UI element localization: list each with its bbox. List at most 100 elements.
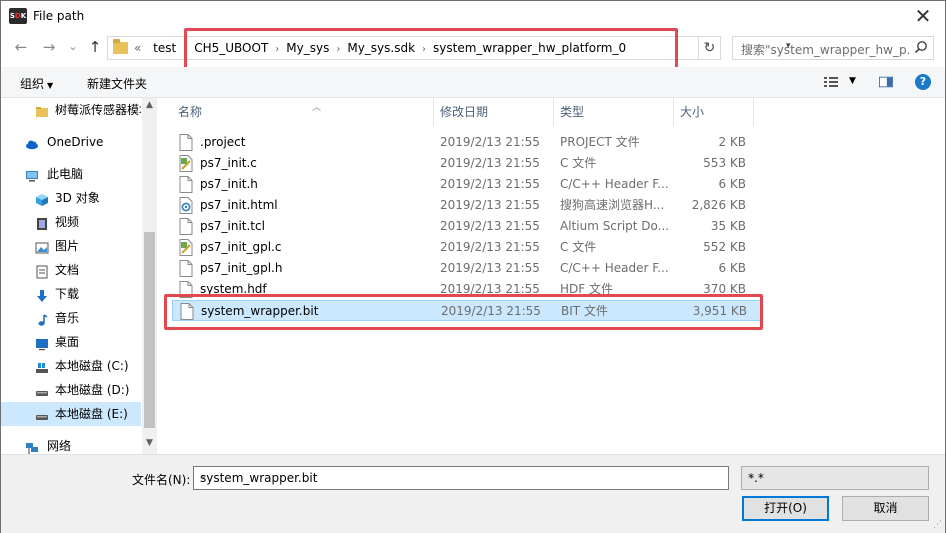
file-size: 553 KB bbox=[703, 156, 746, 170]
scroll-down-icon[interactable]: ▼ bbox=[142, 438, 157, 448]
document-icon bbox=[35, 263, 49, 279]
file-row[interactable]: ps7_init.c 2019/2/13 21:55 C 文件 553 KB bbox=[172, 153, 762, 174]
sidebar-item[interactable]: 音乐 bbox=[1, 306, 141, 330]
column-header-type[interactable]: 类型 bbox=[554, 98, 674, 126]
sidebar-item[interactable]: 本地磁盘 (C:) bbox=[1, 354, 141, 378]
crumb-test[interactable]: test bbox=[153, 41, 176, 55]
refresh-button[interactable]: ↻ bbox=[699, 36, 721, 60]
file-name: .project bbox=[200, 135, 246, 149]
column-header-date[interactable]: 修改日期 bbox=[434, 98, 554, 126]
recent-locations-button[interactable]: ⌄ bbox=[63, 37, 83, 57]
sidebar-item[interactable]: 3D 对象 bbox=[1, 186, 141, 210]
sidebar-item[interactable]: 视频 bbox=[1, 210, 141, 234]
sidebar-item-label: OneDrive bbox=[47, 135, 104, 149]
c-file-icon bbox=[179, 239, 193, 256]
file-type: C/C++ Header F... bbox=[560, 177, 669, 191]
file-date: 2019/2/13 21:55 bbox=[440, 135, 540, 149]
sidebar-item[interactable]: 下载 bbox=[1, 282, 141, 306]
html-file-icon bbox=[179, 197, 193, 214]
cloud-icon bbox=[25, 135, 39, 150]
search-icon bbox=[914, 41, 927, 54]
picture-icon bbox=[35, 239, 49, 254]
download-icon bbox=[35, 287, 49, 302]
file-date: 2019/2/13 21:55 bbox=[440, 240, 540, 254]
chevron-down-icon: ▼ bbox=[47, 81, 54, 90]
desktop-icon bbox=[35, 335, 49, 351]
music-icon bbox=[35, 311, 49, 326]
sdk-app-icon: SDK bbox=[9, 8, 27, 24]
toolbar: 组织 ▼ 新建文件夹 ▼ ? bbox=[1, 67, 945, 98]
filename-label: 文件名(N): bbox=[132, 473, 191, 487]
sidebar-item[interactable]: 桌面 bbox=[1, 330, 141, 354]
scrollbar-thumb[interactable] bbox=[144, 232, 155, 428]
search-input[interactable]: 搜索"system_wrapper_hw_p... bbox=[732, 36, 934, 60]
file-type-filter-select[interactable]: *.* ⌄ bbox=[741, 466, 929, 490]
window-title: File path bbox=[33, 9, 85, 23]
file-type: C 文件 bbox=[560, 156, 597, 170]
windows-drive-icon bbox=[35, 359, 49, 373]
drive-icon bbox=[35, 383, 49, 397]
sidebar-scrollbar[interactable]: ▲ ▼ bbox=[142, 98, 157, 454]
file-list: 名称 ︿ 修改日期 类型 大小 .project 2019/2/13 21:55 PR… bbox=[158, 98, 945, 454]
file-type: 搜狗高速浏览器H... bbox=[560, 198, 665, 212]
blank-file-icon bbox=[179, 176, 193, 193]
chevron-down-icon[interactable]: ⌄ bbox=[200, 471, 722, 481]
back-button[interactable]: ← bbox=[11, 37, 31, 57]
sidebar-item[interactable]: 本地磁盘 (E:) bbox=[1, 402, 141, 426]
sidebar-item[interactable]: OneDrive bbox=[1, 130, 141, 154]
file-row[interactable]: ps7_init_gpl.h 2019/2/13 21:55 C/C++ Heade… bbox=[172, 258, 762, 279]
file-size: 2 KB bbox=[718, 135, 746, 149]
preview-pane-icon[interactable] bbox=[879, 76, 893, 88]
sort-ascending-icon: ︿ bbox=[312, 103, 322, 113]
help-icon[interactable]: ? bbox=[915, 74, 931, 90]
sidebar-item-label: 树莓派传感器模块 bbox=[55, 103, 141, 117]
folder-icon bbox=[113, 39, 128, 54]
file-row[interactable]: ps7_init.tcl 2019/2/13 21:55 Altium Script… bbox=[172, 216, 762, 237]
file-row[interactable]: .project 2019/2/13 21:55 PROJECT 文件 2 KB bbox=[172, 132, 762, 153]
sidebar-item-label: 文档 bbox=[55, 263, 80, 277]
file-size: 6 KB bbox=[718, 261, 746, 275]
file-date: 2019/2/13 21:55 bbox=[440, 219, 540, 233]
column-header-size[interactable]: 大小 bbox=[674, 98, 754, 126]
file-name: ps7_init.h bbox=[200, 177, 258, 191]
up-button[interactable]: ↑ bbox=[85, 37, 105, 57]
sidebar-item-label: 图片 bbox=[55, 239, 80, 253]
view-options-icon[interactable]: ▼ bbox=[849, 76, 856, 86]
sidebar-item-label: 此电脑 bbox=[47, 167, 84, 181]
sidebar-item[interactable]: 图片 bbox=[1, 234, 141, 258]
filename-input[interactable]: system_wrapper.bit ⌄ bbox=[193, 466, 729, 490]
close-button[interactable]: ✕ bbox=[907, 4, 939, 30]
file-name: ps7_init.tcl bbox=[200, 219, 265, 233]
sidebar-item-label: 3D 对象 bbox=[55, 191, 100, 205]
organize-menu[interactable]: 组织 ▼ bbox=[20, 75, 53, 92]
sidebar-item[interactable]: 文档 bbox=[1, 258, 141, 282]
blank-file-icon bbox=[179, 218, 193, 235]
crumb-overflow-button[interactable]: « bbox=[134, 41, 141, 55]
file-row[interactable]: ps7_init_gpl.c 2019/2/13 21:55 C 文件 552 KB bbox=[172, 237, 762, 258]
forward-button[interactable]: → bbox=[39, 37, 59, 57]
file-type: Altium Script Do... bbox=[560, 219, 670, 233]
file-row[interactable]: ps7_init.h 2019/2/13 21:55 C/C++ Header F.… bbox=[172, 174, 762, 195]
c-file-icon bbox=[179, 155, 193, 172]
sidebar-item-label: 下载 bbox=[55, 287, 80, 301]
view-list-icon[interactable] bbox=[824, 76, 838, 88]
file-name: ps7_init_gpl.c bbox=[200, 240, 282, 254]
blank-file-icon bbox=[179, 134, 193, 151]
file-date: 2019/2/13 21:55 bbox=[440, 156, 540, 170]
file-name: ps7_init_gpl.h bbox=[200, 261, 283, 275]
file-size: 35 KB bbox=[710, 219, 746, 233]
file-type: C/C++ Header F... bbox=[560, 261, 669, 275]
search-placeholder: 搜索"system_wrapper_hw_p... bbox=[741, 43, 911, 57]
open-button[interactable]: 打开(O) bbox=[742, 496, 829, 521]
file-path-dialog: SDK File path ✕ ← → ⌄ ↑ « test › CH5_UBOOT… bbox=[0, 0, 946, 533]
column-header-name[interactable]: 名称 ︿ bbox=[172, 98, 434, 126]
sidebar-item[interactable]: 树莓派传感器模块 bbox=[1, 98, 141, 122]
file-type: PROJECT 文件 bbox=[560, 135, 640, 149]
sidebar-item[interactable]: 此电脑 bbox=[1, 162, 141, 186]
resize-grip-icon[interactable]: ⋰ bbox=[933, 520, 942, 530]
cancel-button[interactable]: 取消 bbox=[842, 496, 929, 521]
new-folder-button[interactable]: 新建文件夹 bbox=[87, 75, 147, 92]
sidebar-item[interactable]: 本地磁盘 (D:) bbox=[1, 378, 141, 402]
scroll-up-icon[interactable]: ▲ bbox=[142, 100, 157, 110]
file-row[interactable]: ps7_init.html 2019/2/13 21:55 搜狗高速浏览器H... 2… bbox=[172, 195, 762, 216]
